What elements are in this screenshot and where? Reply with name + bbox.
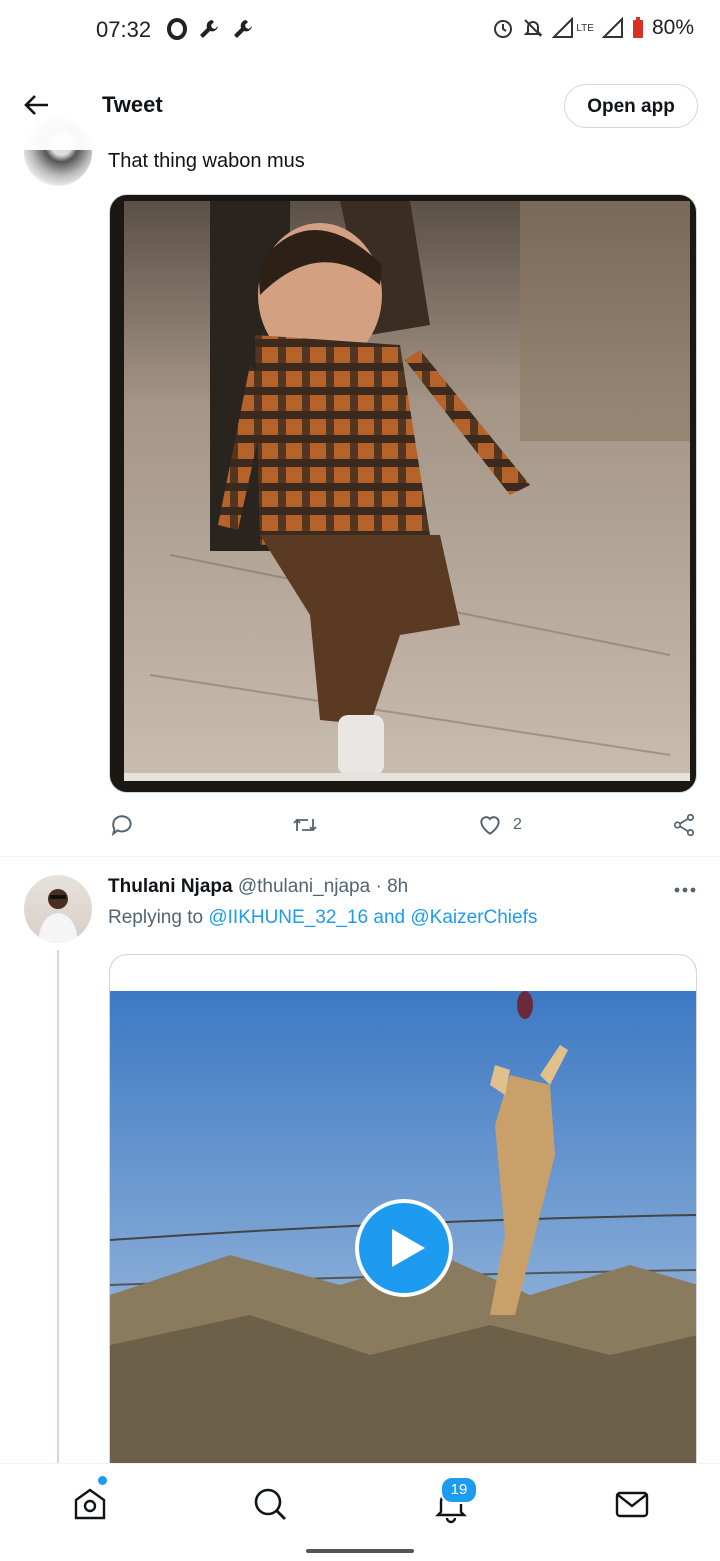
retweet-icon (293, 818, 317, 832)
wrench-icon (200, 20, 218, 38)
page-title: Tweet (102, 92, 163, 117)
mention-link[interactable]: @IIKHUNE_32_16 (208, 907, 368, 928)
play-button[interactable] (355, 1199, 453, 1297)
tweet-image[interactable] (109, 194, 697, 793)
thread-line (57, 950, 59, 1465)
heart-icon (480, 816, 500, 835)
share-icon (673, 813, 695, 837)
more-options-button[interactable] (672, 880, 698, 900)
status-left-icons (166, 17, 256, 41)
reply-icon (111, 815, 132, 837)
back-arrow-icon (24, 95, 48, 115)
signal-icon (552, 17, 574, 38)
mail-icon (615, 1491, 649, 1518)
signal-icon-2 (601, 17, 623, 38)
play-icon (392, 1229, 425, 1267)
open-app-button[interactable]: Open app (564, 84, 698, 128)
status-time: 07:32 (96, 17, 152, 42)
author-name[interactable]: Thulani Njapa (108, 876, 233, 897)
more-icon (674, 887, 696, 893)
tweet-actions: 2 (109, 808, 697, 842)
top-header: Tweet Open app (0, 62, 720, 150)
home-new-dot (98, 1476, 107, 1485)
avatar[interactable] (24, 875, 92, 943)
notifications-badge: 19 (440, 1476, 478, 1504)
wrench-icon-2 (234, 20, 252, 38)
battery-icon (632, 17, 643, 38)
battery-percent: 80% (651, 16, 694, 39)
circle-app-icon (167, 18, 187, 40)
separator: · (370, 876, 388, 897)
home-icon (74, 1488, 106, 1520)
back-button[interactable] (22, 90, 52, 120)
replying-prefix: Replying to (108, 907, 209, 928)
tweet-time[interactable]: 8h (387, 876, 408, 897)
bottom-nav: 19 (0, 1463, 720, 1561)
mute-icon (523, 19, 543, 37)
like-count: 2 (513, 816, 522, 833)
tweet-author-line: Thulani Njapa @thulani_njapa · 8h (108, 876, 408, 898)
share-button[interactable] (671, 808, 697, 842)
reply-button[interactable] (109, 808, 145, 842)
nav-messages[interactable] (612, 1484, 652, 1524)
retweet-button[interactable] (291, 808, 329, 842)
search-icon (254, 1488, 286, 1520)
tweet-divider (0, 856, 720, 857)
replying-to: Replying to @IIKHUNE_32_16 and @KaizerCh… (108, 907, 537, 929)
and-text: and (368, 907, 411, 928)
alarm-icon (494, 20, 513, 38)
network-type: LTE (576, 22, 594, 34)
author-handle[interactable]: @thulani_njapa (238, 876, 370, 897)
like-button[interactable]: 2 (477, 808, 522, 842)
gesture-bar (306, 1549, 414, 1553)
status-right-icons: LTE 80% (492, 16, 694, 40)
status-bar: 07:32 LTE 80% (0, 0, 720, 60)
nav-home[interactable] (70, 1484, 110, 1524)
tweet-text: That thing wabon mus (108, 150, 305, 172)
nav-search[interactable] (250, 1484, 290, 1524)
mention-link-2[interactable]: @KaizerChiefs (410, 907, 537, 928)
